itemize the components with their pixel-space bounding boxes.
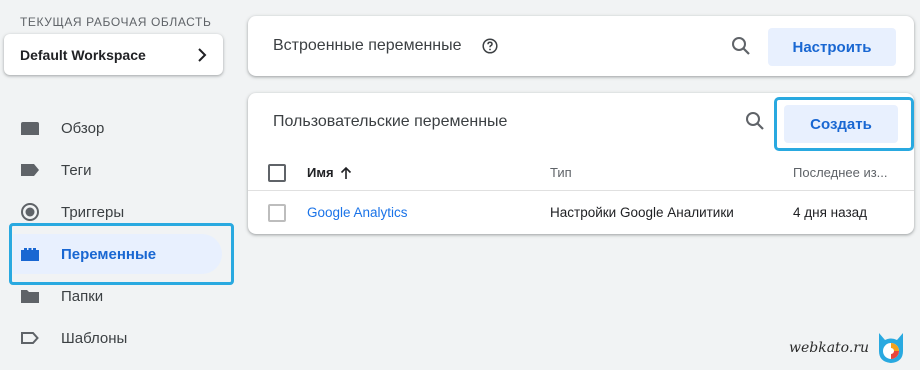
variables-icon: [20, 244, 40, 264]
column-header-name[interactable]: Имя: [307, 155, 352, 191]
arrow-up-icon: [340, 166, 351, 179]
search-icon[interactable]: [743, 109, 767, 133]
sidebar-item-label: Шаблоны: [61, 329, 128, 347]
sidebar-item-triggers[interactable]: Триггеры: [0, 192, 222, 232]
workspace-section-label: ТЕКУЩАЯ РАБОЧАЯ ОБЛАСТЬ: [20, 15, 212, 29]
sidebar-item-label: Переменные: [61, 245, 157, 263]
tag-icon: [20, 160, 40, 180]
builtin-variables-title: Встроенные переменные: [273, 37, 462, 54]
sidebar-item-label: Триггеры: [61, 203, 125, 221]
chevron-right-icon: [198, 47, 207, 62]
template-icon: [20, 328, 40, 348]
variable-last-edited: 4 дня назад: [793, 205, 868, 220]
workspace-name: Default Workspace: [20, 46, 146, 63]
column-header-last-edited[interactable]: Последнее из...: [793, 155, 888, 191]
trigger-icon: [20, 202, 40, 222]
table-row: Google Analytics Настройки Google Аналит…: [248, 192, 914, 234]
watermark-text: webkato.ru: [789, 340, 870, 356]
builtin-variables-card: Встроенные переменные Настроить: [248, 16, 914, 76]
sidebar-item-label: Папки: [61, 287, 104, 305]
sidebar-item-folders[interactable]: Папки: [0, 276, 222, 316]
sidebar-item-tags[interactable]: Теги: [0, 150, 222, 190]
workspace-selector[interactable]: Default Workspace: [4, 34, 223, 75]
sidebar-item-label: Обзор: [61, 119, 105, 137]
variable-name-link[interactable]: Google Analytics: [307, 192, 408, 234]
folder-icon: [20, 286, 40, 306]
create-button[interactable]: Создать: [784, 105, 898, 143]
sidebar-item-templates[interactable]: Шаблоны: [0, 318, 222, 358]
configure-button[interactable]: Настроить: [768, 28, 896, 66]
variable-type: Настройки Google Аналитики: [550, 205, 734, 220]
user-variables-title: Пользовательские переменные: [273, 113, 508, 130]
search-icon[interactable]: [729, 34, 753, 58]
cat-logo-icon: [879, 333, 903, 363]
sidebar-item-label: Теги: [61, 161, 92, 179]
column-header-type[interactable]: Тип: [550, 155, 572, 191]
table-header: Имя Тип Последнее из...: [248, 155, 914, 191]
select-all-checkbox[interactable]: [268, 164, 286, 182]
sidebar-item-overview[interactable]: Обзор: [0, 108, 222, 148]
sidebar-item-variables[interactable]: Переменные: [13, 234, 222, 274]
overview-folder-icon: [20, 118, 40, 138]
help-icon[interactable]: [482, 38, 498, 54]
user-variables-card: Пользовательские переменные Создать Имя …: [248, 93, 914, 234]
row-checkbox[interactable]: [268, 204, 286, 222]
